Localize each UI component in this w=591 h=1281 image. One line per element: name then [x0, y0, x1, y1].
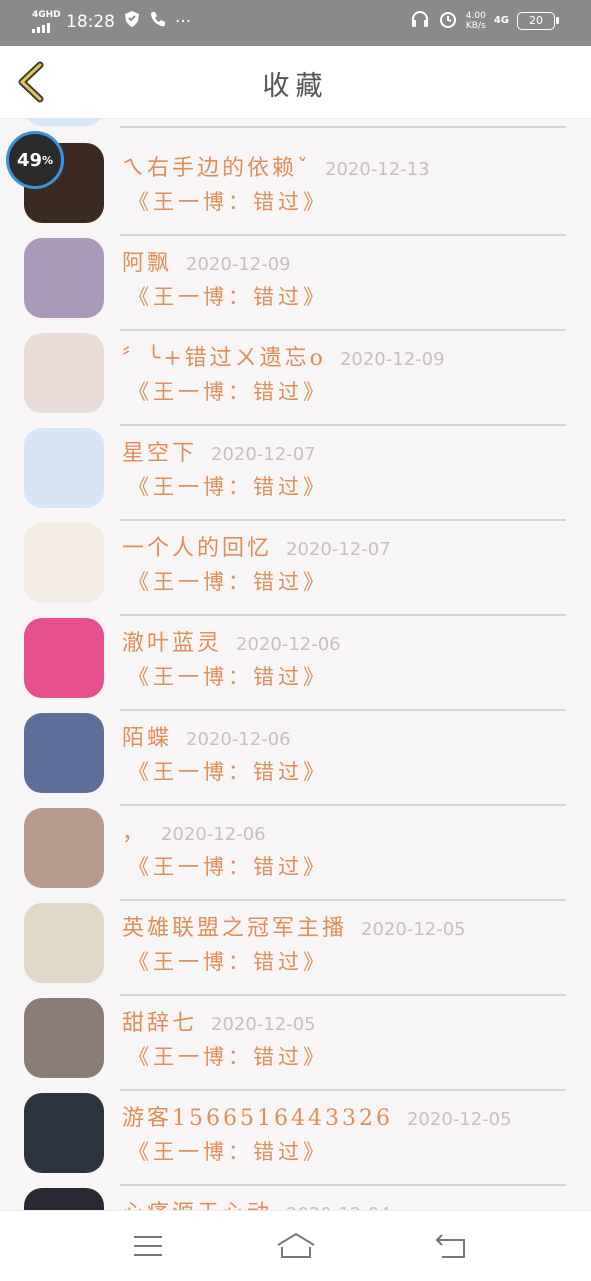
list-item[interactable]: 陌蝶 2020-12-06 《王一博：错过》 — [0, 700, 591, 806]
avatar[interactable] — [24, 428, 104, 508]
user-name[interactable]: 阿飘 — [122, 251, 172, 276]
system-nav-bar — [0, 1210, 591, 1281]
avatar[interactable] — [24, 523, 104, 603]
date: 2020-12-05 — [406, 1109, 512, 1130]
user-name[interactable]: 澈叶蓝灵 — [122, 631, 222, 656]
return-icon — [435, 1234, 465, 1258]
battery-icon: 20 — [517, 11, 559, 30]
avatar[interactable] — [24, 998, 104, 1078]
divider — [120, 126, 566, 128]
user-name[interactable]: 一个人的回忆 — [122, 536, 272, 561]
song-title[interactable]: 《王一博：错过》 — [128, 281, 328, 311]
user-name[interactable]: 〞╰+错过ㄨ遗忘o — [122, 346, 326, 371]
floating-memory-widget[interactable]: 49% — [6, 131, 64, 189]
song-title[interactable]: 《王一博：错过》 — [128, 566, 328, 596]
favorites-list[interactable]: ㄟ右手边的依赖ˇ 2020-12-13 《王一博：错过》 阿飘 2020-12-09 《王… — [0, 118, 591, 1210]
list-item[interactable]: 澈叶蓝灵 2020-12-06 《王一博：错过》 — [0, 605, 591, 711]
user-name[interactable]: 陌蝶 — [122, 726, 172, 751]
phone-icon — [149, 10, 167, 33]
date: 2020-12-13 — [325, 159, 430, 180]
date: 2020-12-07 — [211, 444, 316, 465]
avatar[interactable] — [24, 238, 104, 318]
date: 2020-12-07 — [286, 539, 391, 560]
list-item[interactable]: ㄟ右手边的依赖ˇ 2020-12-13 《王一博：错过》 — [0, 130, 591, 236]
date: 2020-12-06 — [186, 729, 291, 750]
song-title[interactable]: 《王一博：错过》 — [128, 756, 328, 786]
menu-button[interactable] — [126, 1231, 170, 1261]
date: 2020-12-05 — [211, 1014, 316, 1035]
avatar[interactable] — [24, 1093, 104, 1173]
app-header: 收藏 — [0, 46, 591, 119]
list-item[interactable]: 甜辞七 2020-12-05 《王一博：错过》 — [0, 985, 591, 1091]
more-notifications-icon: ··· — [175, 11, 192, 32]
clock: 18:28 — [66, 11, 115, 32]
user-name[interactable]: ㄟ右手边的依赖ˇ — [122, 156, 311, 181]
song-title[interactable]: 《王一博：错过》 — [128, 376, 328, 406]
user-name[interactable]: ， — [122, 821, 147, 846]
avatar[interactable] — [24, 1188, 104, 1210]
alarm-icon — [438, 9, 458, 32]
user-name[interactable]: 甜辞七 — [122, 1011, 197, 1036]
signal-type: 4G — [493, 15, 509, 26]
menu-icon — [134, 1236, 162, 1256]
song-title[interactable]: 《王一博：错过》 — [128, 946, 328, 976]
status-bar: 4GHD 18:28 ··· 4.00 KB/s 4G 20 — [0, 0, 591, 46]
date: 2020-12-06 — [236, 634, 341, 655]
song-title[interactable]: 《王一博：错过》 — [128, 1041, 328, 1071]
list-item[interactable]: 星空下 2020-12-07 《王一博：错过》 — [0, 415, 591, 521]
list-item[interactable]: 一个人的回忆 2020-12-07 《王一博：错过》 — [0, 510, 591, 616]
date: 2020-12-06 — [161, 824, 266, 845]
date: 2020-12-05 — [361, 919, 466, 940]
user-name[interactable]: 英雄联盟之冠军主播 — [122, 916, 347, 941]
song-title[interactable]: 《王一博：错过》 — [128, 471, 328, 501]
date: 2020-12-09 — [339, 349, 445, 370]
list-item[interactable]: 英雄联盟之冠军主播 2020-12-05 《王一博：错过》 — [0, 890, 591, 996]
song-title[interactable]: 《王一博：错过》 — [128, 1136, 328, 1166]
user-name[interactable]: 心痛源于心动 — [122, 1201, 272, 1210]
home-button[interactable] — [274, 1231, 318, 1261]
list-item[interactable]: ， 2020-12-06 《王一博：错过》 — [0, 795, 591, 901]
page-title: 收藏 — [262, 71, 329, 102]
song-title[interactable]: 《王一博：错过》 — [128, 661, 328, 691]
user-name[interactable]: 游客1566516443326 — [122, 1106, 393, 1131]
user-name[interactable]: 星空下 — [122, 441, 197, 466]
shield-icon — [123, 10, 141, 33]
avatar[interactable] — [24, 808, 104, 888]
avatar[interactable] — [24, 618, 104, 698]
list-item[interactable]: 阿飘 2020-12-09 《王一博：错过》 — [0, 225, 591, 331]
avatar[interactable] — [24, 903, 104, 983]
date: 2020-12-09 — [186, 254, 291, 275]
avatar — [24, 118, 104, 126]
list-item[interactable]: 游客1566516443326 2020-12-05 《王一博：错过》 — [0, 1080, 591, 1186]
avatar[interactable] — [24, 333, 104, 413]
cellular-signal-icon: 4GHD — [32, 10, 61, 33]
headphones-icon — [410, 9, 430, 32]
back-nav-button[interactable] — [428, 1231, 472, 1261]
network-speed: 4.00 KB/s — [465, 10, 486, 31]
song-title[interactable]: 《王一博：错过》 — [128, 186, 328, 216]
avatar[interactable] — [24, 713, 104, 793]
song-title[interactable]: 《王一博：错过》 — [128, 851, 328, 881]
list-item[interactable]: 心痛源于心动2020-12-04《王一博：错过》 — [0, 1175, 591, 1210]
home-icon — [277, 1232, 315, 1258]
list-item[interactable]: 〞╰+错过ㄨ遗忘o 2020-12-09 《王一博：错过》 — [0, 320, 591, 426]
